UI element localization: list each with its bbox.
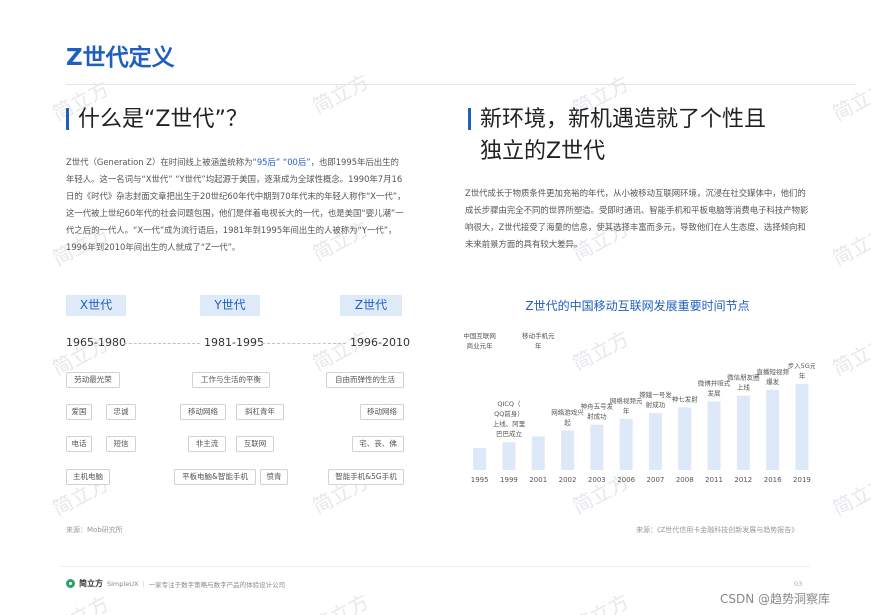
left-paragraph-b: ，也即1995年后出生的年轻人。这一名词与“X世代” “Y世代”均起源于美国，逐…: [66, 157, 406, 252]
gen-x-tag: 短信: [106, 436, 136, 452]
gen-y-tag: 移动网络: [180, 404, 226, 420]
chart-annotation: 直播短视频爆发: [756, 367, 789, 386]
watermark-text: 简立方: [47, 588, 114, 615]
gen-y-tag: 平板电脑&智能手机: [174, 469, 256, 485]
chart-x-tick: 1999: [500, 476, 518, 484]
chart-bar: [619, 418, 633, 470]
gen-z-tag: 宅、丧、佛: [352, 436, 404, 452]
gen-y-tag: 斜杠青年: [236, 404, 284, 420]
title-divider: [66, 84, 856, 85]
gen-x-tag: 忠诚: [106, 404, 136, 420]
gen-y-tag: 互联网: [236, 436, 274, 452]
timeline-dash: [124, 343, 200, 344]
watermark-text: 简立方: [828, 331, 871, 381]
chart-x-tick: 1995: [471, 476, 489, 484]
chart-bar: [531, 436, 545, 470]
csdn-credit: CSDN @趋势洞察库: [720, 592, 831, 606]
chart-annotation: 微信朋友圈上线: [727, 373, 760, 392]
slide-page: 简立方 简立方 简立方 简立方 简立方 简立方 简立方 简立方 简立方 简立方 简立方 简立方 简立方简…: [0, 0, 871, 615]
page-title: Z世代定义: [66, 45, 175, 71]
chart-bar: [736, 395, 750, 470]
timeline-dash: [262, 343, 346, 344]
watermark-text: 简立方: [308, 326, 373, 376]
right-heading-line2: 独立的Z世代: [480, 139, 606, 164]
gen-x-header: X世代: [66, 295, 126, 316]
page-number: 03: [794, 580, 803, 588]
chart-title: Z世代的中国移动互联网发展重要时间节点: [525, 299, 750, 313]
watermark-text: 简立方: [828, 221, 871, 271]
right-heading-line1: 新环境，新机遇造就了个性且: [480, 107, 767, 132]
heading-accent-bar: [468, 108, 471, 130]
brand-logo-icon: [66, 579, 75, 588]
chart-x-tick: 2001: [529, 476, 547, 484]
gen-z-years: 1996-2010: [350, 336, 410, 349]
left-paragraph-a: Z世代（Generation Z）在时间线上被涵盖统称为: [66, 157, 253, 167]
chart-annotation: 移动手机元年: [522, 331, 555, 350]
chart-annotation: 嫦娥一号发射成功: [639, 390, 672, 409]
chart-bar: [678, 407, 692, 470]
chart-x-tick: 2008: [676, 476, 694, 484]
watermark-text: 简立方: [828, 471, 871, 521]
watermark-text: 简立方: [828, 76, 871, 126]
chart-annotation: 网络游戏兴起: [551, 408, 584, 427]
gen-y-years: 1981-1995: [204, 336, 264, 349]
chart-annotation: 神七发射: [672, 394, 699, 403]
gen-x-years: 1965-1980: [66, 336, 126, 349]
chart-bar: [561, 430, 575, 470]
chart-bar: [590, 424, 604, 470]
footer-divider: [60, 566, 810, 567]
chart-annotation: 步入5G元年: [788, 362, 815, 380]
left-source: 来源：Mob研究所: [66, 526, 123, 534]
chart-x-tick: 2003: [588, 476, 606, 484]
watermark-text: 简立方: [308, 69, 373, 119]
chart-annotation: 网络视频元年: [610, 396, 643, 415]
gen-x-tag: 电话: [66, 436, 92, 452]
left-heading-text: 什么是“Z世代”？: [78, 107, 248, 132]
gen-y-tag: 非主流: [188, 436, 226, 452]
brand-name-en: SimpleUX: [107, 579, 139, 588]
chart-annotation: 微博井喷式发展: [698, 378, 731, 397]
timeline-bar-chart: 1995 中国互联网商业元年 1999 QICQ（ QQ前身）上线、阿里巴巴成立 2001…: [463, 331, 815, 484]
gen-y-tag: 工作与生活的平衡: [192, 372, 270, 388]
gen-z-tag: 移动网络: [360, 404, 404, 420]
chart-x-tick: 2006: [617, 476, 635, 484]
footer-tagline: 一家专注于数字策略与数字产品的体验设计公司: [148, 580, 286, 589]
gen-z-header: Z世代: [340, 295, 402, 316]
footer: 简立方 SimpleUX | 一家专注于数字策略与数字产品的体验设计公司: [66, 578, 285, 589]
footer-separator: |: [142, 579, 145, 588]
chart-annotation: 神舟五号发射成功: [581, 402, 614, 421]
right-paragraph: Z世代成长于物质条件更加充裕的年代，从小被移动互联网环境，沉浸在社交媒体中，他们…: [465, 188, 809, 249]
gen-x-tag: 劳动最光荣: [66, 372, 120, 388]
chart-x-tick: 2019: [793, 476, 811, 484]
brand-name: 简立方: [79, 579, 103, 588]
chart-annotation: 中国互联网商业元年: [463, 331, 496, 350]
chart-x-tick: 2007: [647, 476, 665, 484]
gen-z-tag: 自由而弹性的生活: [326, 372, 404, 388]
chart-bar: [795, 384, 809, 470]
chart-x-tick: 2016: [764, 476, 782, 484]
heading-accent-bar: [66, 108, 69, 130]
chart-x-tick: 2011: [705, 476, 723, 484]
gen-x-tag: 主机电脑: [66, 469, 110, 485]
left-heading: 什么是“Z世代”？: [66, 104, 248, 136]
watermark-text: 简立方: [568, 589, 633, 615]
left-paragraph-highlight: “95后” “00后”: [252, 157, 311, 167]
chart-bar: [766, 389, 780, 470]
gen-x-tag: 爱国: [66, 404, 92, 420]
chart-annotation: QICQ（ QQ前身）上线、阿里巴巴成立: [493, 400, 526, 438]
right-source: 来源：《Z世代信用卡金融科技创新发展与趋势报告》: [636, 526, 799, 534]
chart-bar: [648, 413, 662, 470]
gen-z-tag: 智能手机&5G手机: [328, 469, 404, 485]
watermark-text: 简立方: [308, 589, 373, 615]
chart-x-tick: 2002: [559, 476, 577, 484]
chart-bar: [502, 442, 516, 470]
chart-bar: [473, 448, 487, 470]
right-heading: 新环境，新机遇造就了个性且 独立的Z世代: [468, 104, 767, 168]
gen-y-tag: 愤青: [260, 469, 288, 485]
gen-y-header: Y世代: [200, 295, 260, 316]
left-paragraph: Z世代（Generation Z）在时间线上被涵盖统称为“95后” “00后”，…: [66, 154, 406, 256]
chart-bar: [707, 401, 721, 470]
chart-x-tick: 2012: [734, 476, 752, 484]
